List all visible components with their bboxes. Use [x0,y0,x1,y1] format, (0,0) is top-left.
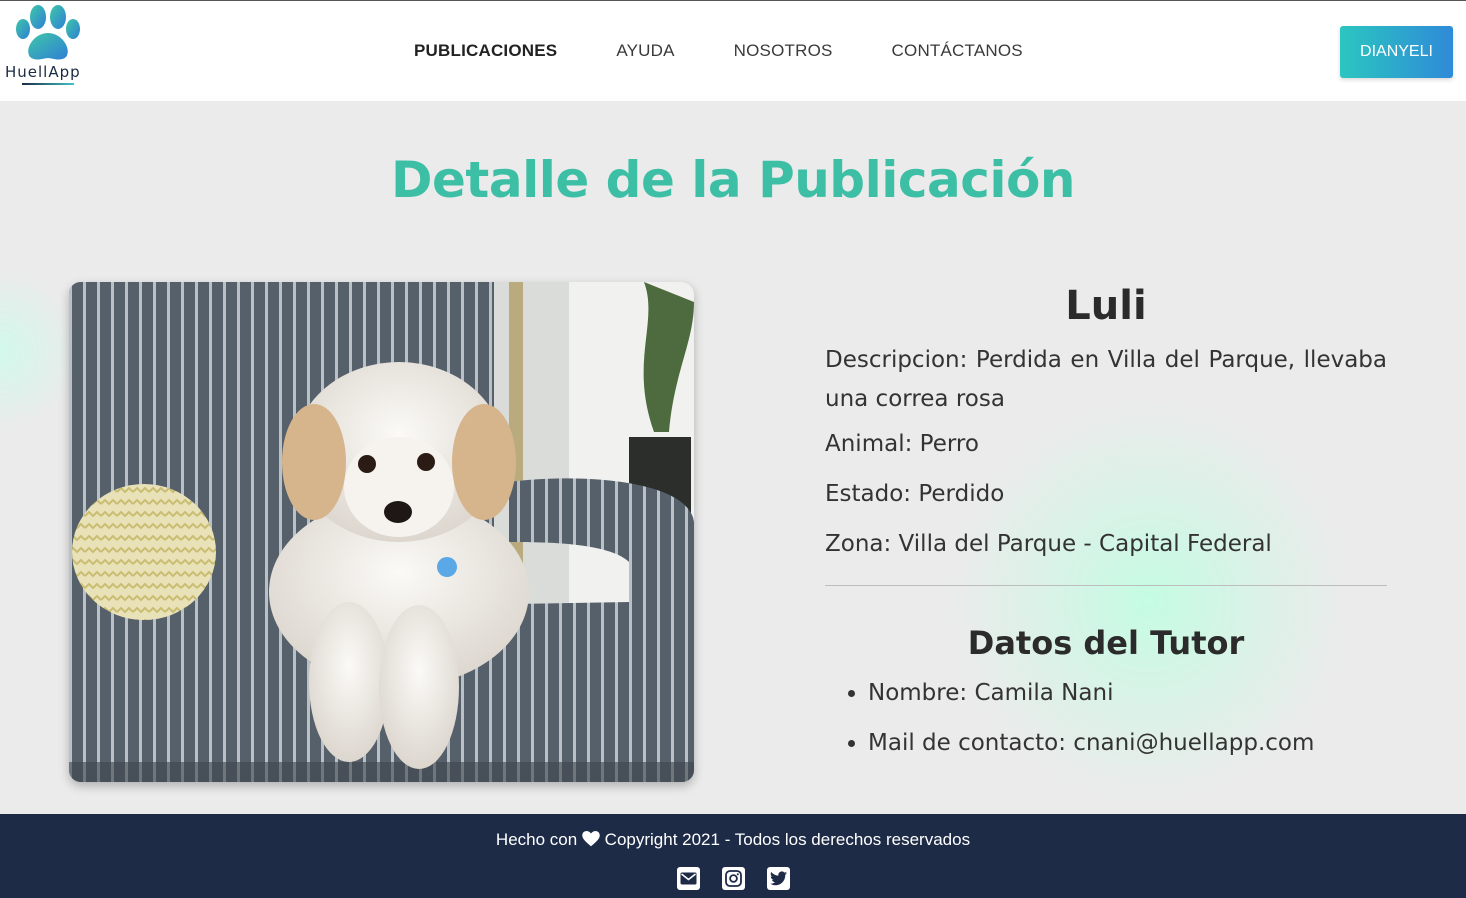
tutor-list: Nombre: Camila Nani Mail de contacto: cn… [825,678,1387,758]
dog-on-sofa-photo-icon [69,282,694,782]
pet-description: Descripcion: Perdida en Villa del Parque… [825,347,1387,412]
navbar: HuellApp PUBLICACIONES AYUDA NOSOTROS CO… [0,0,1466,101]
social-links [0,867,1466,890]
nav-ayuda[interactable]: AYUDA [616,41,674,61]
user-button[interactable]: DIANYELI [1340,26,1453,78]
tutor-name: Nombre: Camila Nani [868,678,1387,708]
paw-icon [16,5,80,60]
footer-made-with: Hecho con [495,830,578,849]
nav-contactanos[interactable]: CONTÁCTANOS [892,41,1023,61]
logo-underline [22,83,74,85]
pet-info: Luli Descripcion: Perdida en Villa del P… [825,281,1387,778]
page-title: Detalle de la Publicación [391,151,1075,209]
nav-publicaciones[interactable]: PUBLICACIONES [414,41,557,61]
pet-zone: Zona: Villa del Parque - Capital Federal [825,531,1272,557]
logo-text: HuellApp [5,63,81,81]
tutor-title: Datos del Tutor [967,624,1245,662]
mail-icon[interactable] [676,867,700,890]
pet-name: Luli [1065,283,1147,329]
footer-text: Hecho con Copyright 2021 - Todos los der… [0,830,1466,850]
twitter-icon[interactable] [766,867,790,890]
footer-copyright: Copyright 2021 - Todos los derechos rese… [604,830,971,849]
instagram-icon[interactable] [721,867,745,890]
pet-status: Estado: Perdido [825,481,1005,507]
heart-icon [582,831,600,847]
pet-photo [69,282,694,782]
divider [825,585,1387,586]
nav-links: PUBLICACIONES AYUDA NOSOTROS CONTÁCTANOS [414,41,1023,61]
main-content: Detalle de la Publicación Luli Descripci… [0,101,1466,814]
pet-animal: Animal: Perro [825,431,979,457]
footer: Hecho con Copyright 2021 - Todos los der… [0,814,1466,898]
nav-nosotros[interactable]: NOSOTROS [734,41,833,61]
logo[interactable]: HuellApp [4,5,92,89]
tutor-email: Mail de contacto: cnani@huellapp.com [868,728,1387,758]
